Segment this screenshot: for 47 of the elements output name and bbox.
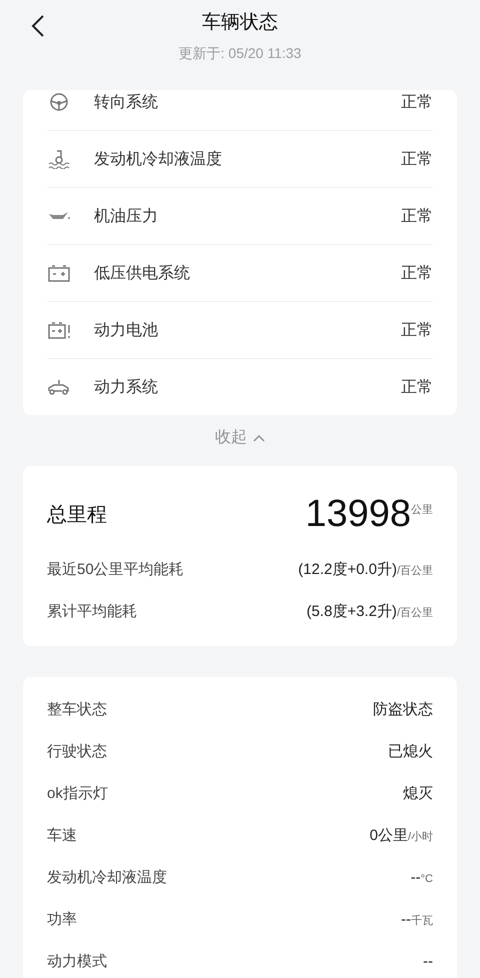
- detail-unit: 千瓦: [411, 914, 433, 928]
- detail-value: 防盗状态: [373, 700, 433, 718]
- system-status: 正常: [401, 150, 433, 170]
- system-status: 正常: [401, 378, 433, 398]
- collapse-button[interactable]: 收起: [211, 423, 269, 452]
- detail-label: 车速: [47, 826, 77, 844]
- system-name: 低压供电系统: [94, 264, 191, 284]
- detail-value: 熄灭: [403, 784, 433, 802]
- consumption-value: (12.2度+0.0升): [298, 560, 397, 578]
- detail-value: --: [401, 910, 411, 928]
- chevron-icon: [253, 434, 265, 442]
- coolant-temperature-icon: [47, 149, 71, 169]
- page-title: 车辆状态: [202, 11, 278, 35]
- detail-value: --: [423, 952, 433, 970]
- system-status: 正常: [401, 320, 433, 340]
- system-name: 机油压力: [94, 206, 159, 226]
- system-status: 正常: [401, 206, 433, 226]
- detail-label: 行驶状态: [47, 742, 107, 760]
- mileage-unit: 公里: [411, 503, 433, 517]
- system-name: 发动机冷却液温度: [94, 150, 223, 170]
- battery-icon: [47, 263, 71, 283]
- system-name: 动力系统: [94, 378, 159, 398]
- system-status: 正常: [401, 264, 433, 284]
- system-name: 动力电池: [94, 320, 159, 340]
- consumption-unit: /百公里: [396, 564, 433, 578]
- system-status: 正常: [401, 92, 433, 112]
- consumption-unit: /百公里: [396, 606, 433, 620]
- detail-label: 功率: [47, 910, 77, 928]
- car-warning-icon: [47, 377, 71, 397]
- detail-label: ok指示灯: [47, 784, 108, 802]
- total-mileage-label: 总里程: [47, 502, 107, 528]
- detail-unit: /小时: [408, 830, 433, 844]
- detail-label: 整车状态: [47, 700, 107, 718]
- detail-unit: °C: [420, 872, 433, 884]
- detail-value: 0公里: [370, 826, 408, 844]
- consumption-label: 累计平均能耗: [47, 602, 137, 620]
- back-icon: [31, 14, 45, 38]
- detail-value: --: [410, 868, 421, 886]
- update-time: 更新于: 05/20 11:33: [178, 45, 302, 63]
- consumption-label: 最近50公里平均能耗: [47, 560, 184, 578]
- system-name: 转向系统: [94, 92, 159, 112]
- consumption-value: (5.8度+3.2升): [306, 602, 397, 620]
- detail-value: 已熄火: [388, 742, 433, 760]
- battery-warning-icon: [47, 320, 71, 340]
- total-mileage-value: 13998: [305, 492, 411, 536]
- detail-label: 发动机冷却液温度: [47, 868, 167, 886]
- detail-label: 动力模式: [47, 952, 107, 970]
